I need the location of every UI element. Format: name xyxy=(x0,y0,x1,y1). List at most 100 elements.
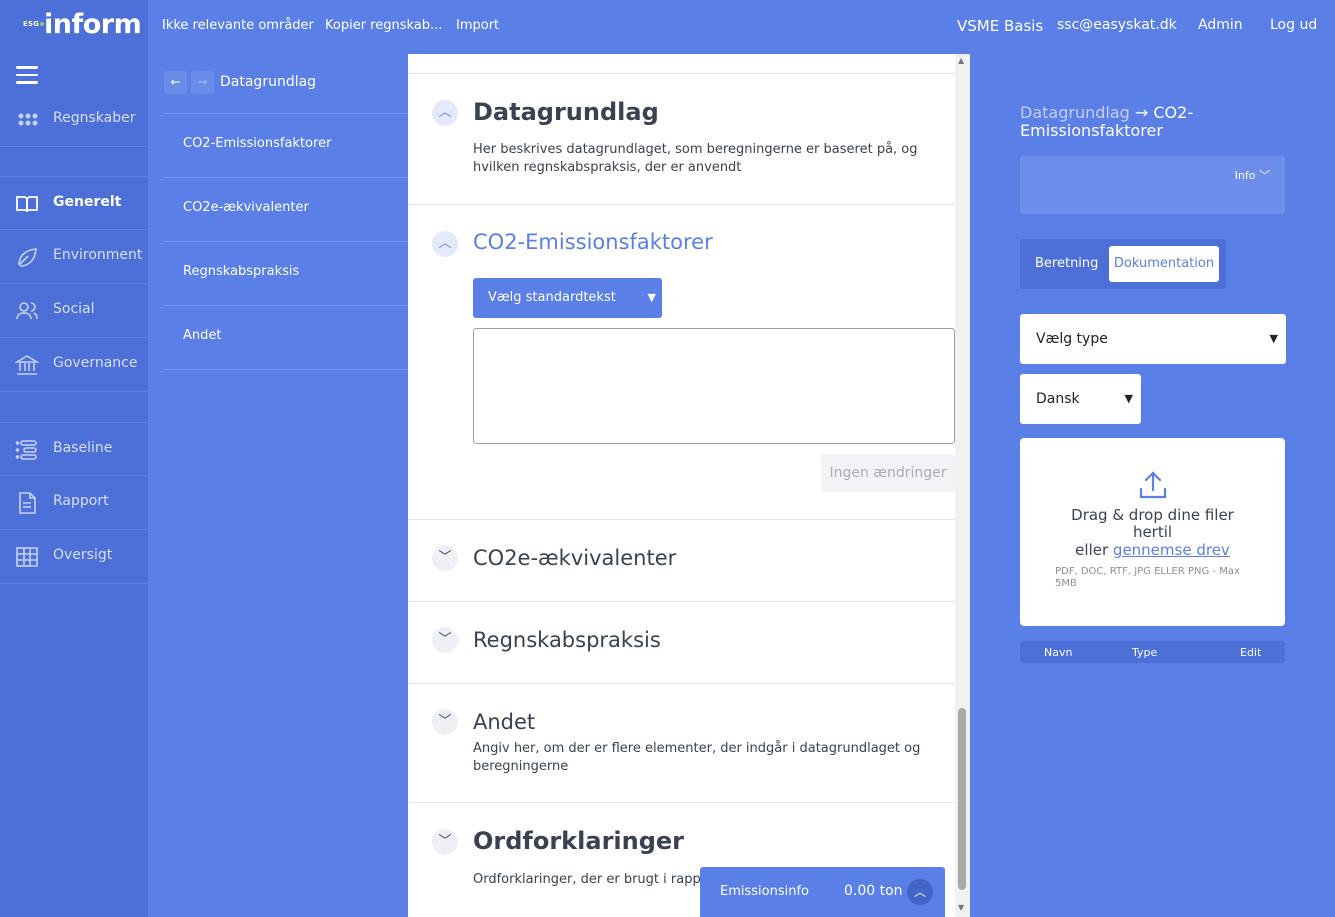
book-icon xyxy=(16,196,38,213)
divider xyxy=(163,369,408,370)
table-icon xyxy=(16,547,38,567)
section-nav-item[interactable]: CO2e-ækvivalenter xyxy=(163,177,408,241)
nav-import[interactable]: Import xyxy=(456,18,499,33)
chevron-down-icon: ▼ xyxy=(1269,332,1278,345)
section-nav-item[interactable]: Regnskabspraksis xyxy=(163,241,408,305)
tab-dokumentation[interactable]: Dokumentation xyxy=(1109,246,1219,282)
breadcrumb-parent[interactable]: Datagrundlag xyxy=(1020,103,1130,122)
plan-label[interactable]: VSME Basis xyxy=(957,17,1043,35)
dropzone-formats: PDF, DOC, RTF, JPG ELLER PNG - Max 5MB xyxy=(1055,566,1240,589)
logo-word: inform xyxy=(44,9,142,40)
section-nav-title: Datagrundlag xyxy=(220,74,317,90)
language-select[interactable]: Dansk ▼ xyxy=(1020,374,1141,424)
sidebar-item-label: Rapport xyxy=(53,493,109,509)
sidebar: Regnskaber Generelt Environment Social G… xyxy=(0,54,148,917)
section-title: Regnskabspraksis xyxy=(473,628,661,652)
scroll-down-icon[interactable]: ▼ xyxy=(958,903,964,912)
browse-link[interactable]: gennemse drev xyxy=(1113,541,1230,559)
chevron-up-icon[interactable]: ︿ xyxy=(432,100,458,126)
dropzone-browse: eller gennemse drev xyxy=(1075,541,1230,559)
info-box[interactable]: Info ﹀ xyxy=(1020,156,1285,214)
sidebar-item-label: Governance xyxy=(53,355,138,371)
section-description: Her beskrives datagrundlaget, som beregn… xyxy=(473,142,918,175)
save-button[interactable]: Ingen ændringer xyxy=(821,454,955,492)
section-datagrundlag: ︿ Datagrundlag Her beskrives datagrundla… xyxy=(408,74,955,205)
sidebar-item-label: Environment xyxy=(53,247,143,263)
column-navn[interactable]: Navn xyxy=(1044,646,1072,659)
arrow-right-icon: → xyxy=(1134,103,1149,122)
sidebar-item-social[interactable]: Social xyxy=(0,284,148,338)
users-icon xyxy=(16,302,38,320)
chevron-up-icon[interactable]: ︿ xyxy=(432,231,458,257)
forward-button[interactable]: → xyxy=(191,71,214,94)
section-title: Ordforklaringer xyxy=(473,827,685,855)
chevron-down-icon: ▼ xyxy=(647,291,656,304)
main-content: ︿ Datagrundlag Her beskrives datagrundla… xyxy=(408,54,970,917)
chevron-up-icon[interactable]: ︿ xyxy=(907,879,933,905)
upload-icon xyxy=(1139,471,1167,499)
chevron-down-icon[interactable]: ﹀ xyxy=(432,545,458,571)
grid-dots-icon xyxy=(18,113,38,126)
chevron-down-icon[interactable]: ﹀ xyxy=(432,627,458,653)
document-icon xyxy=(19,492,36,514)
standard-text-select[interactable]: Vælg standardtekst ▼ xyxy=(473,278,662,318)
section-andet: ﹀ Andet Angiv her, om der er flere eleme… xyxy=(408,684,955,803)
dropzone-title: Drag & drop dine filer hertil xyxy=(1071,506,1234,541)
sidebar-item-label: Oversigt xyxy=(53,547,113,563)
leaf-icon xyxy=(18,248,37,267)
emission-value: 0.00 ton xyxy=(844,883,903,899)
chevron-down-icon: ▼ xyxy=(1124,392,1133,405)
column-edit[interactable]: Edit xyxy=(1240,646,1261,659)
sidebar-item-label: Regnskaber xyxy=(53,110,136,126)
sidebar-item-regnskaber[interactable]: Regnskaber xyxy=(0,93,148,147)
column-type[interactable]: Type xyxy=(1132,646,1157,659)
emission-label: Emissionsinfo xyxy=(720,884,809,899)
info-toggle[interactable]: Info ﹀ xyxy=(1235,167,1270,183)
scroll-up-icon[interactable]: ▲ xyxy=(958,56,964,65)
logo-prefix: ESG xyxy=(23,20,45,28)
description-textarea[interactable] xyxy=(473,328,955,444)
section-regnskabspraksis: ﹀ Regnskabspraksis xyxy=(408,602,955,684)
section-title: CO2-Emissionsfaktorer xyxy=(473,230,713,254)
section-top-edge xyxy=(408,54,955,74)
chevron-down-icon[interactable]: ﹀ xyxy=(432,709,458,735)
chevron-down-icon: ﹀ xyxy=(1259,169,1270,182)
bank-icon xyxy=(15,355,39,375)
files-table-header: Navn Type Edit xyxy=(1020,641,1285,663)
emission-info-panel[interactable]: Emissionsinfo 0.00 ton ︿ xyxy=(700,867,945,917)
top-bar: ESG inform Ikke relevante områder Kopier… xyxy=(0,0,1335,54)
section-co2e-aekvivalenter: ﹀ CO2e-ækvivalenter xyxy=(408,520,955,602)
file-dropzone[interactable]: Drag & drop dine filer hertil eller genn… xyxy=(1020,438,1285,626)
logout-link[interactable]: Log ud xyxy=(1270,17,1317,33)
section-description: Angiv her, om der er flere elementer, de… xyxy=(473,741,921,774)
sidebar-item-generelt[interactable]: Generelt xyxy=(0,176,148,230)
section-co2-emissionsfaktorer: ︿ CO2-Emissionsfaktorer Vælg standardtek… xyxy=(408,205,955,520)
sidebar-item-label: Generelt xyxy=(53,194,122,210)
section-title: Andet xyxy=(473,710,536,734)
scrollbar-thumb[interactable] xyxy=(958,708,966,890)
logo[interactable]: ESG inform xyxy=(0,0,148,54)
doc-tabs: Beretning Dokumentation xyxy=(1020,239,1226,289)
section-nav: ← → Datagrundlag CO2-Emissionsfaktorer C… xyxy=(148,54,408,917)
sidebar-item-oversigt[interactable]: Oversigt xyxy=(0,530,148,584)
section-nav-item[interactable]: Andet xyxy=(163,305,408,369)
sidebar-item-governance[interactable]: Governance xyxy=(0,338,148,392)
menu-icon[interactable] xyxy=(16,66,38,84)
nav-ikke-relevante[interactable]: Ikke relevante områder xyxy=(162,18,314,33)
admin-link[interactable]: Admin xyxy=(1198,17,1243,33)
section-title: CO2e-ækvivalenter xyxy=(473,546,677,570)
breadcrumb: Datagrundlag → CO2-Emissionsfaktorer xyxy=(1020,104,1270,140)
type-select[interactable]: Vælg type ▼ xyxy=(1020,314,1286,364)
user-email[interactable]: ssc@easyskat.dk xyxy=(1057,17,1177,33)
section-nav-item[interactable]: CO2-Emissionsfaktorer xyxy=(163,113,408,177)
scrollbar[interactable]: ▲ ▼ xyxy=(955,54,970,917)
sidebar-item-environment[interactable]: Environment xyxy=(0,230,148,284)
back-button[interactable]: ← xyxy=(164,71,187,94)
sidebar-item-rapport[interactable]: Rapport xyxy=(0,476,148,530)
chevron-down-icon[interactable]: ﹀ xyxy=(432,829,458,855)
tab-beretning[interactable]: Beretning xyxy=(1035,256,1098,271)
section-title: Datagrundlag xyxy=(473,98,659,126)
nav-kopier-regnskab[interactable]: Kopier regnskab... xyxy=(325,18,442,33)
sidebar-item-baseline[interactable]: Baseline xyxy=(0,422,148,476)
sidebar-item-label: Baseline xyxy=(53,440,113,456)
